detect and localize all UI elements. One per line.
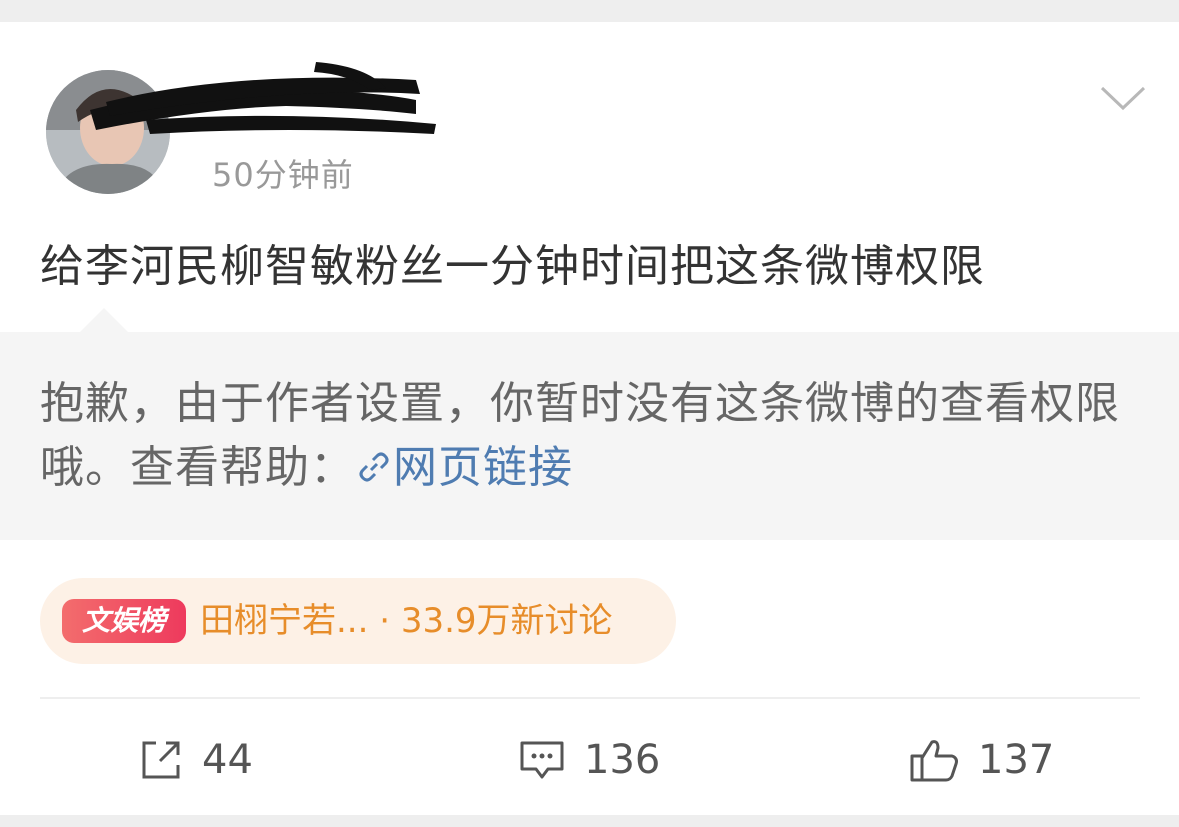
comment-button[interactable]: 136: [518, 735, 660, 785]
comment-icon: [520, 741, 564, 779]
repost-button[interactable]: 44: [138, 735, 253, 785]
permission-notice-text: 抱歉，由于作者设置，你暂时没有这条微博的查看权限哦。查看帮助： 网页链接: [40, 372, 1140, 500]
help-link-label: 网页链接: [393, 442, 573, 493]
divider: [40, 697, 1140, 699]
repost-icon: [142, 741, 180, 779]
post-time: 50分钟前: [212, 156, 354, 194]
hot-topic-badge: 文娱榜: [62, 599, 186, 643]
hot-topic-pill[interactable]: 文娱榜 田栩宁若... · 33.9万新讨论: [40, 578, 676, 664]
chevron-down-icon[interactable]: [1098, 78, 1148, 118]
redaction-scribble: [90, 62, 436, 134]
post-text: 给李河民柳智敏粉丝一分钟时间把这条微博权限: [40, 241, 985, 292]
help-link[interactable]: 网页链接: [355, 442, 573, 493]
repost-count: 44: [202, 737, 253, 783]
link-icon: [359, 452, 389, 482]
notice-pointer: [80, 308, 128, 332]
like-icon: [910, 740, 958, 782]
like-count: 137: [978, 737, 1055, 783]
like-button[interactable]: 137: [908, 735, 1054, 785]
hot-topic-text: 田栩宁若... · 33.9万新讨论: [200, 601, 613, 641]
comment-count: 136: [584, 737, 661, 783]
notice-message: 抱歉，由于作者设置，你暂时没有这条微博的查看权限哦。查看帮助：: [40, 378, 1120, 493]
